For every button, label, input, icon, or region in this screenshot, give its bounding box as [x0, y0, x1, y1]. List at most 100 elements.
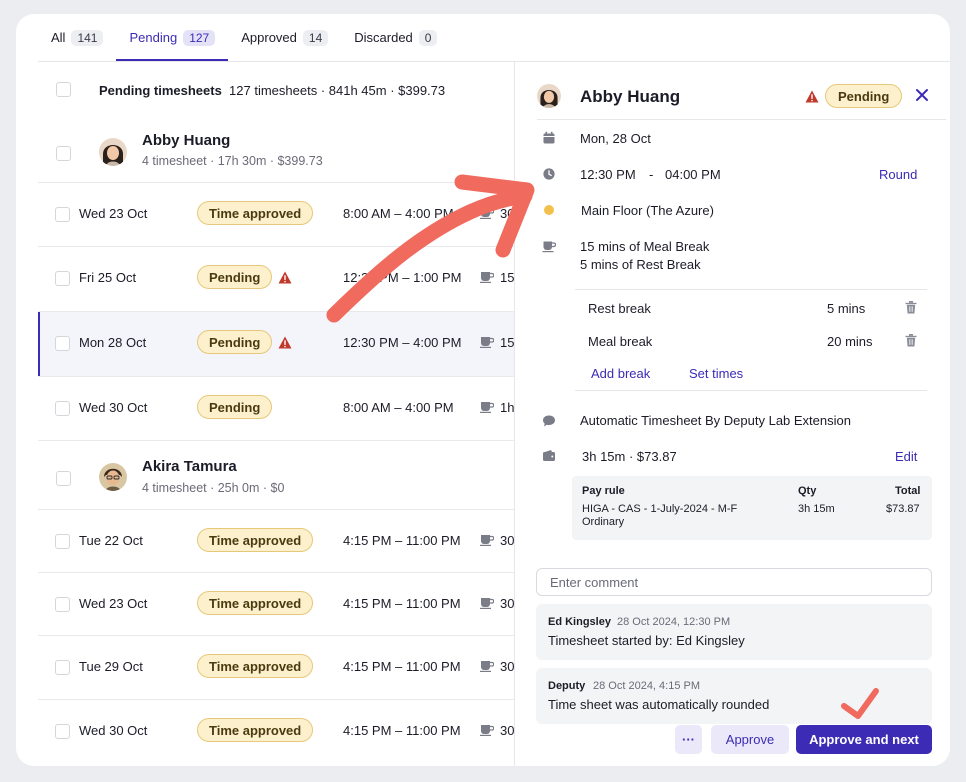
- row-date: Wed 30 Oct: [79, 723, 148, 738]
- timesheet-row[interactable]: Wed 23 Oct Time approved 8:00 AM – 4:00 …: [38, 182, 515, 246]
- tab-label: All: [51, 30, 66, 45]
- column-header: Pay rule: [582, 485, 625, 497]
- summary-text: Pending timesheets 127 timesheets · 841h…: [99, 83, 445, 98]
- row-checkbox[interactable]: [55, 271, 70, 286]
- tab-pending[interactable]: Pending 127: [116, 14, 228, 61]
- coffee-cup-icon: [480, 402, 494, 413]
- timesheet-list: Pending timesheets 127 timesheets · 841h…: [38, 62, 515, 766]
- row-date: Mon 28 Oct: [79, 335, 147, 350]
- status-badge: Pending: [197, 330, 273, 354]
- row-break: 30: [500, 723, 515, 738]
- end-time[interactable]: 04:00 PM: [665, 167, 721, 182]
- status-badge: Pending: [825, 84, 903, 108]
- app-window: All 141 Pending 127 Approved 14 Discarde…: [16, 14, 950, 766]
- warning-icon: [278, 336, 292, 349]
- set-times-button[interactable]: Set times: [689, 366, 743, 381]
- start-time[interactable]: 12:30 PM: [580, 167, 636, 182]
- warning-icon: [805, 90, 819, 103]
- employee-group-header: Akira Tamura 4 timesheet · 25h 0m · $0: [38, 440, 515, 509]
- row-break: 1h: [500, 400, 515, 415]
- tab-count: 127: [183, 29, 216, 46]
- coffee-cup-icon: [480, 208, 494, 219]
- row-date: Tue 22 Oct: [79, 533, 143, 548]
- tab-approved[interactable]: Approved 14: [228, 14, 341, 61]
- tab-all[interactable]: All 141: [38, 14, 116, 61]
- timesheet-row[interactable]: Tue 22 Oct Time approved 4:15 PM – 11:00…: [38, 509, 515, 573]
- row-checkbox[interactable]: [55, 660, 70, 675]
- pay-rule-qty: 3h 15m: [798, 503, 835, 515]
- tab-count: 0: [418, 29, 438, 46]
- close-icon[interactable]: [915, 88, 929, 102]
- approve-and-next-button[interactable]: Approve and next: [796, 725, 932, 754]
- row-time: 4:15 PM – 11:00 PM: [343, 723, 461, 738]
- tab-discarded[interactable]: Discarded 0: [341, 14, 450, 61]
- row-checkbox[interactable]: [55, 597, 70, 612]
- detail-location[interactable]: Main Floor (The Azure): [581, 203, 714, 218]
- summary-details: 127 timesheets · 841h 45m · $399.73: [229, 83, 446, 98]
- break-summary-rest: 5 mins of Rest Break: [580, 257, 701, 272]
- approve-button[interactable]: Approve: [711, 725, 789, 754]
- coffee-cup-icon: [480, 661, 494, 672]
- status-badge: Time approved: [197, 654, 314, 678]
- timesheet-row[interactable]: Wed 30 Oct Time approved 4:15 PM – 11:00…: [38, 699, 515, 763]
- row-date: Wed 30 Oct: [79, 400, 148, 415]
- coffee-cup-icon: [480, 598, 494, 609]
- comment-icon: [543, 415, 555, 427]
- more-actions-button[interactable]: ···: [675, 725, 702, 754]
- note-timestamp: 28 Oct 2024, 4:15 PM: [593, 680, 701, 692]
- edit-button[interactable]: Edit: [895, 449, 917, 464]
- clock-icon: [543, 168, 555, 180]
- location-dot-icon: [544, 205, 554, 215]
- status-badge: Time approved: [197, 591, 314, 615]
- break-duration[interactable]: 20 mins: [827, 334, 873, 349]
- detail-employee-name: Abby Huang: [580, 87, 681, 106]
- row-checkbox[interactable]: [55, 724, 70, 739]
- row-break: 30: [500, 596, 515, 611]
- note-timestamp: 28 Oct 2024, 12:30 PM: [617, 616, 731, 628]
- breaks-editor: Rest break 5 mins Meal break 20 mins Add…: [575, 289, 927, 391]
- avatar: [537, 84, 561, 108]
- status-tabs: All 141 Pending 127 Approved 14 Discarde…: [16, 14, 950, 61]
- coffee-cup-icon: [480, 272, 494, 283]
- status-badge: Time approved: [197, 528, 314, 552]
- break-duration[interactable]: 5 mins: [827, 301, 865, 316]
- row-time: 4:15 PM – 11:00 PM: [343, 596, 461, 611]
- row-break: 15: [500, 335, 515, 350]
- divider: [537, 119, 946, 120]
- row-checkbox[interactable]: [55, 336, 70, 351]
- group-checkbox[interactable]: [56, 146, 71, 161]
- row-break: 30: [500, 659, 515, 674]
- trash-icon[interactable]: [905, 334, 917, 347]
- cost-summary: 3h 15m · $73.87: [582, 449, 677, 464]
- row-date: Wed 23 Oct: [79, 206, 148, 221]
- round-button[interactable]: Round: [879, 167, 917, 182]
- row-date: Wed 23 Oct: [79, 596, 148, 611]
- tab-count: 141: [71, 29, 104, 46]
- timesheet-row[interactable]: Wed 30 Oct Pending 8:00 AM – 4:00 PM 1h: [38, 376, 515, 440]
- summary-title: Pending timesheets: [99, 83, 222, 98]
- timesheet-detail-panel: Abby Huang Pending Mon, 28 Oct 12:30 PM …: [514, 62, 950, 766]
- tab-label: Pending: [129, 30, 178, 45]
- row-time: 8:00 AM – 4:00 PM: [343, 400, 454, 415]
- group-checkbox[interactable]: [56, 471, 71, 486]
- tab-count: 14: [302, 29, 329, 46]
- row-time: 4:15 PM – 11:00 PM: [343, 659, 461, 674]
- comment-input[interactable]: Enter comment: [536, 568, 932, 596]
- timesheet-row[interactable]: Fri 25 Oct Pending 12:30 PM – 1:00 PM 15: [38, 246, 515, 310]
- row-break: 30: [500, 206, 515, 221]
- timesheet-row[interactable]: Tue 29 Oct Time approved 4:15 PM – 11:00…: [38, 635, 515, 699]
- row-checkbox[interactable]: [55, 401, 70, 416]
- select-all-checkbox[interactable]: [56, 82, 71, 97]
- trash-icon[interactable]: [905, 301, 917, 314]
- add-break-button[interactable]: Add break: [591, 366, 650, 381]
- row-checkbox[interactable]: [55, 207, 70, 222]
- row-time: 12:30 PM – 1:00 PM: [343, 270, 462, 285]
- pay-rule-name: HIGA - CAS - 1-July-2024 - M-F Ordinary: [582, 503, 738, 528]
- status-badge: Time approved: [197, 718, 314, 742]
- timesheet-row-selected[interactable]: Mon 28 Oct Pending 12:30 PM – 4:00 PM 15: [38, 311, 515, 376]
- timesheet-row[interactable]: Wed 23 Oct Time approved 4:15 PM – 11:00…: [38, 572, 515, 636]
- employee-meta: 4 timesheet · 25h 0m · $0: [142, 481, 285, 495]
- row-time: 4:15 PM – 11:00 PM: [343, 533, 461, 548]
- row-date: Tue 29 Oct: [79, 659, 143, 674]
- row-checkbox[interactable]: [55, 534, 70, 549]
